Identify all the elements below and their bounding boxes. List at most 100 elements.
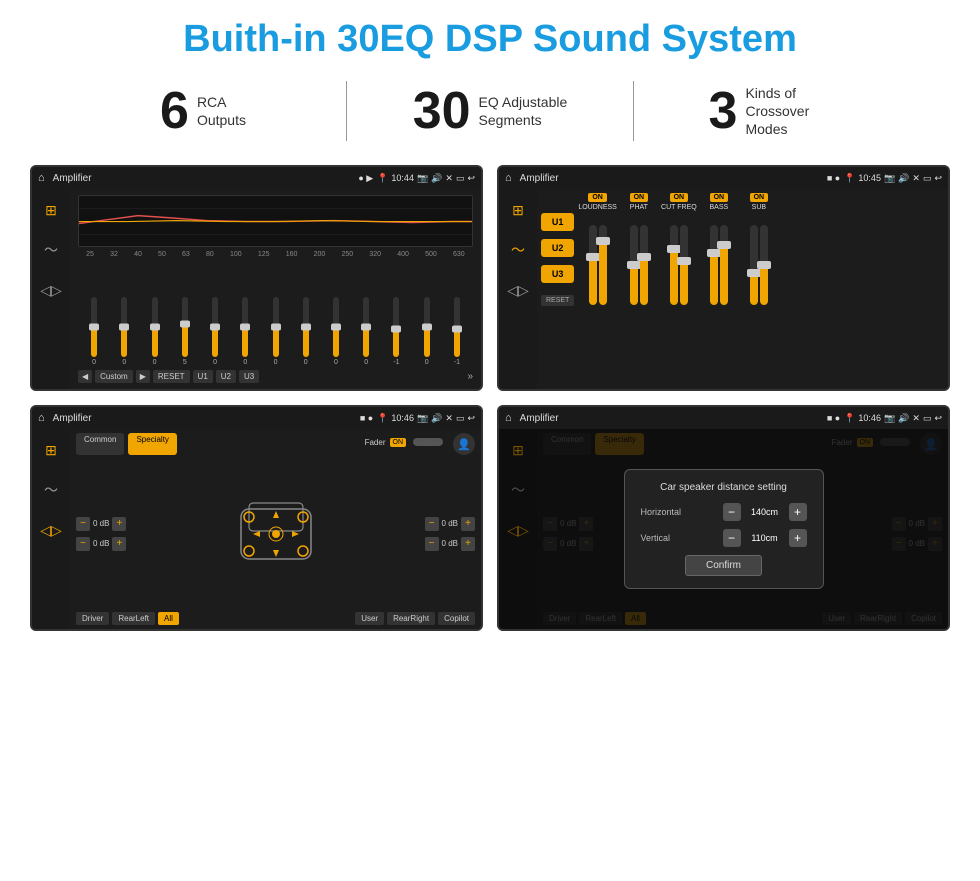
horizontal-control: − 140cm + [723,503,807,521]
time-2: 10:45 [858,173,881,183]
eq-curve-svg [79,196,472,247]
db-plus-fr[interactable]: + [461,517,475,531]
fader-on-badge: ON [390,438,407,447]
wave-icon-3[interactable]: 〜 [38,477,64,503]
vertical-minus-btn[interactable]: − [723,529,741,547]
eq-prev-btn[interactable]: ◀ [78,370,92,383]
slider-track-2[interactable] [152,297,158,357]
slider-track-6[interactable] [273,297,279,357]
wave-icon-2[interactable]: 〜 [505,237,531,263]
eq-custom-btn[interactable]: Custom [95,370,133,383]
channel-col-2: ON CUT FREQ [661,193,697,385]
x-icon-4: ✕ [912,413,920,424]
ch-thumb-2-0 [667,245,681,253]
slider-track-8[interactable] [333,297,339,357]
slider-track-7[interactable] [303,297,309,357]
slider-thumb-3 [180,321,190,328]
vertical-plus-btn[interactable]: + [789,529,807,547]
eq-freq-labels: 2532 4050 6380 100125 160200 250320 4005… [78,251,473,258]
wave-icon-1[interactable]: 〜 [38,237,64,263]
ch-thumb-4-1 [757,261,771,269]
db-control-rr: − 0 dB + [425,537,475,551]
eq-u3-btn[interactable]: U3 [239,370,259,383]
speaker-icon-2[interactable]: ◁▷ [505,277,531,303]
db-plus-rl[interactable]: + [112,537,126,551]
fader-slider[interactable] [413,438,443,446]
screen1-sidebar: ⊞ 〜 ◁▷ [32,189,70,389]
db-minus-rr[interactable]: − [425,537,439,551]
channel-on-4: ON [750,193,769,202]
speaker-icon-1[interactable]: ◁▷ [38,277,64,303]
person-icon[interactable]: 👤 [453,433,475,455]
slider-track-0[interactable] [91,297,97,357]
eq-next-btn[interactable]: ▶ [136,370,150,383]
tab-specialty[interactable]: Specialty [128,433,176,455]
u2-btn[interactable]: U2 [541,239,574,257]
dialog-row-horizontal: Horizontal − 140cm + [641,503,807,521]
speaker-bottom: Driver RearLeft All User RearRight Copil… [76,612,475,625]
slider-track-3[interactable] [182,297,188,357]
db-minus-rl[interactable]: − [76,537,90,551]
slider-track-9[interactable] [363,297,369,357]
horizontal-minus-btn[interactable]: − [723,503,741,521]
all-btn[interactable]: All [158,612,179,625]
slider-track-4[interactable] [212,297,218,357]
db-plus-fl[interactable]: + [112,517,126,531]
slider-track-12[interactable] [454,297,460,357]
channel-name-1: PHAT [630,204,648,211]
distance-dialog: Car speaker distance setting Horizontal … [624,469,824,589]
slider-value-1: 0 [122,359,126,366]
ch-slider-2-0[interactable] [670,225,678,305]
slider-thumb-10 [391,326,401,333]
confirm-button[interactable]: Confirm [685,555,762,576]
user-btn[interactable]: User [355,612,384,625]
db-minus-fr[interactable]: − [425,517,439,531]
x-icon-1: ✕ [445,173,453,184]
u3-btn[interactable]: U3 [541,265,574,283]
ch-slider-0-1[interactable] [599,225,607,305]
eq-slider-col-1: 0 [110,297,138,366]
u1-btn[interactable]: U1 [541,213,574,231]
slider-track-1[interactable] [121,297,127,357]
channel-on-3: ON [710,193,729,202]
eq-icon-2[interactable]: ⊞ [505,197,531,223]
slider-thumb-11 [422,324,432,331]
slider-track-11[interactable] [424,297,430,357]
speaker-icon-3[interactable]: ◁▷ [38,517,64,543]
slider-track-10[interactable] [393,297,399,357]
driver-btn[interactable]: Driver [76,612,109,625]
ch-slider-1-0[interactable] [630,225,638,305]
ch-slider-2-1[interactable] [680,225,688,305]
ch-slider-3-1[interactable] [720,225,728,305]
eq-icon-3[interactable]: ⊞ [38,437,64,463]
camera-icon-1: 📷 [417,173,428,184]
channel-name-2: CUT FREQ [661,204,697,211]
slider-thumb-8 [331,324,341,331]
eq-u1-btn[interactable]: U1 [193,370,213,383]
eq-u2-btn[interactable]: U2 [216,370,236,383]
screen4-title: Amplifier [520,413,823,424]
stat-crossover: 3 Kinds of Crossover Modes [634,84,920,139]
crossover-reset-btn[interactable]: RESET [541,295,574,306]
eq-slider-col-9: 0 [352,297,380,366]
slider-value-12: -1 [454,359,460,366]
slider-track-5[interactable] [242,297,248,357]
screen3-dot: ■ ● [360,413,373,423]
slider-value-9: 0 [364,359,368,366]
eq-icon-1[interactable]: ⊞ [38,197,64,223]
tab-common[interactable]: Common [76,433,124,455]
ch-slider-1-1[interactable] [640,225,648,305]
ch-slider-4-1[interactable] [760,225,768,305]
db-minus-fl[interactable]: − [76,517,90,531]
eq-reset-btn[interactable]: RESET [153,370,190,383]
rearleft-btn[interactable]: RearLeft [112,612,155,625]
rearright-btn[interactable]: RearRight [387,612,435,625]
db-value-rr: 0 dB [442,539,458,548]
screen1-title: Amplifier [53,173,355,184]
copilot-btn[interactable]: Copilot [438,612,475,625]
slider-thumb-5 [240,324,250,331]
ch-slider-3-0[interactable] [710,225,718,305]
db-plus-rr[interactable]: + [461,537,475,551]
horizontal-plus-btn[interactable]: + [789,503,807,521]
battery-icon-4: ▭ [923,413,932,424]
